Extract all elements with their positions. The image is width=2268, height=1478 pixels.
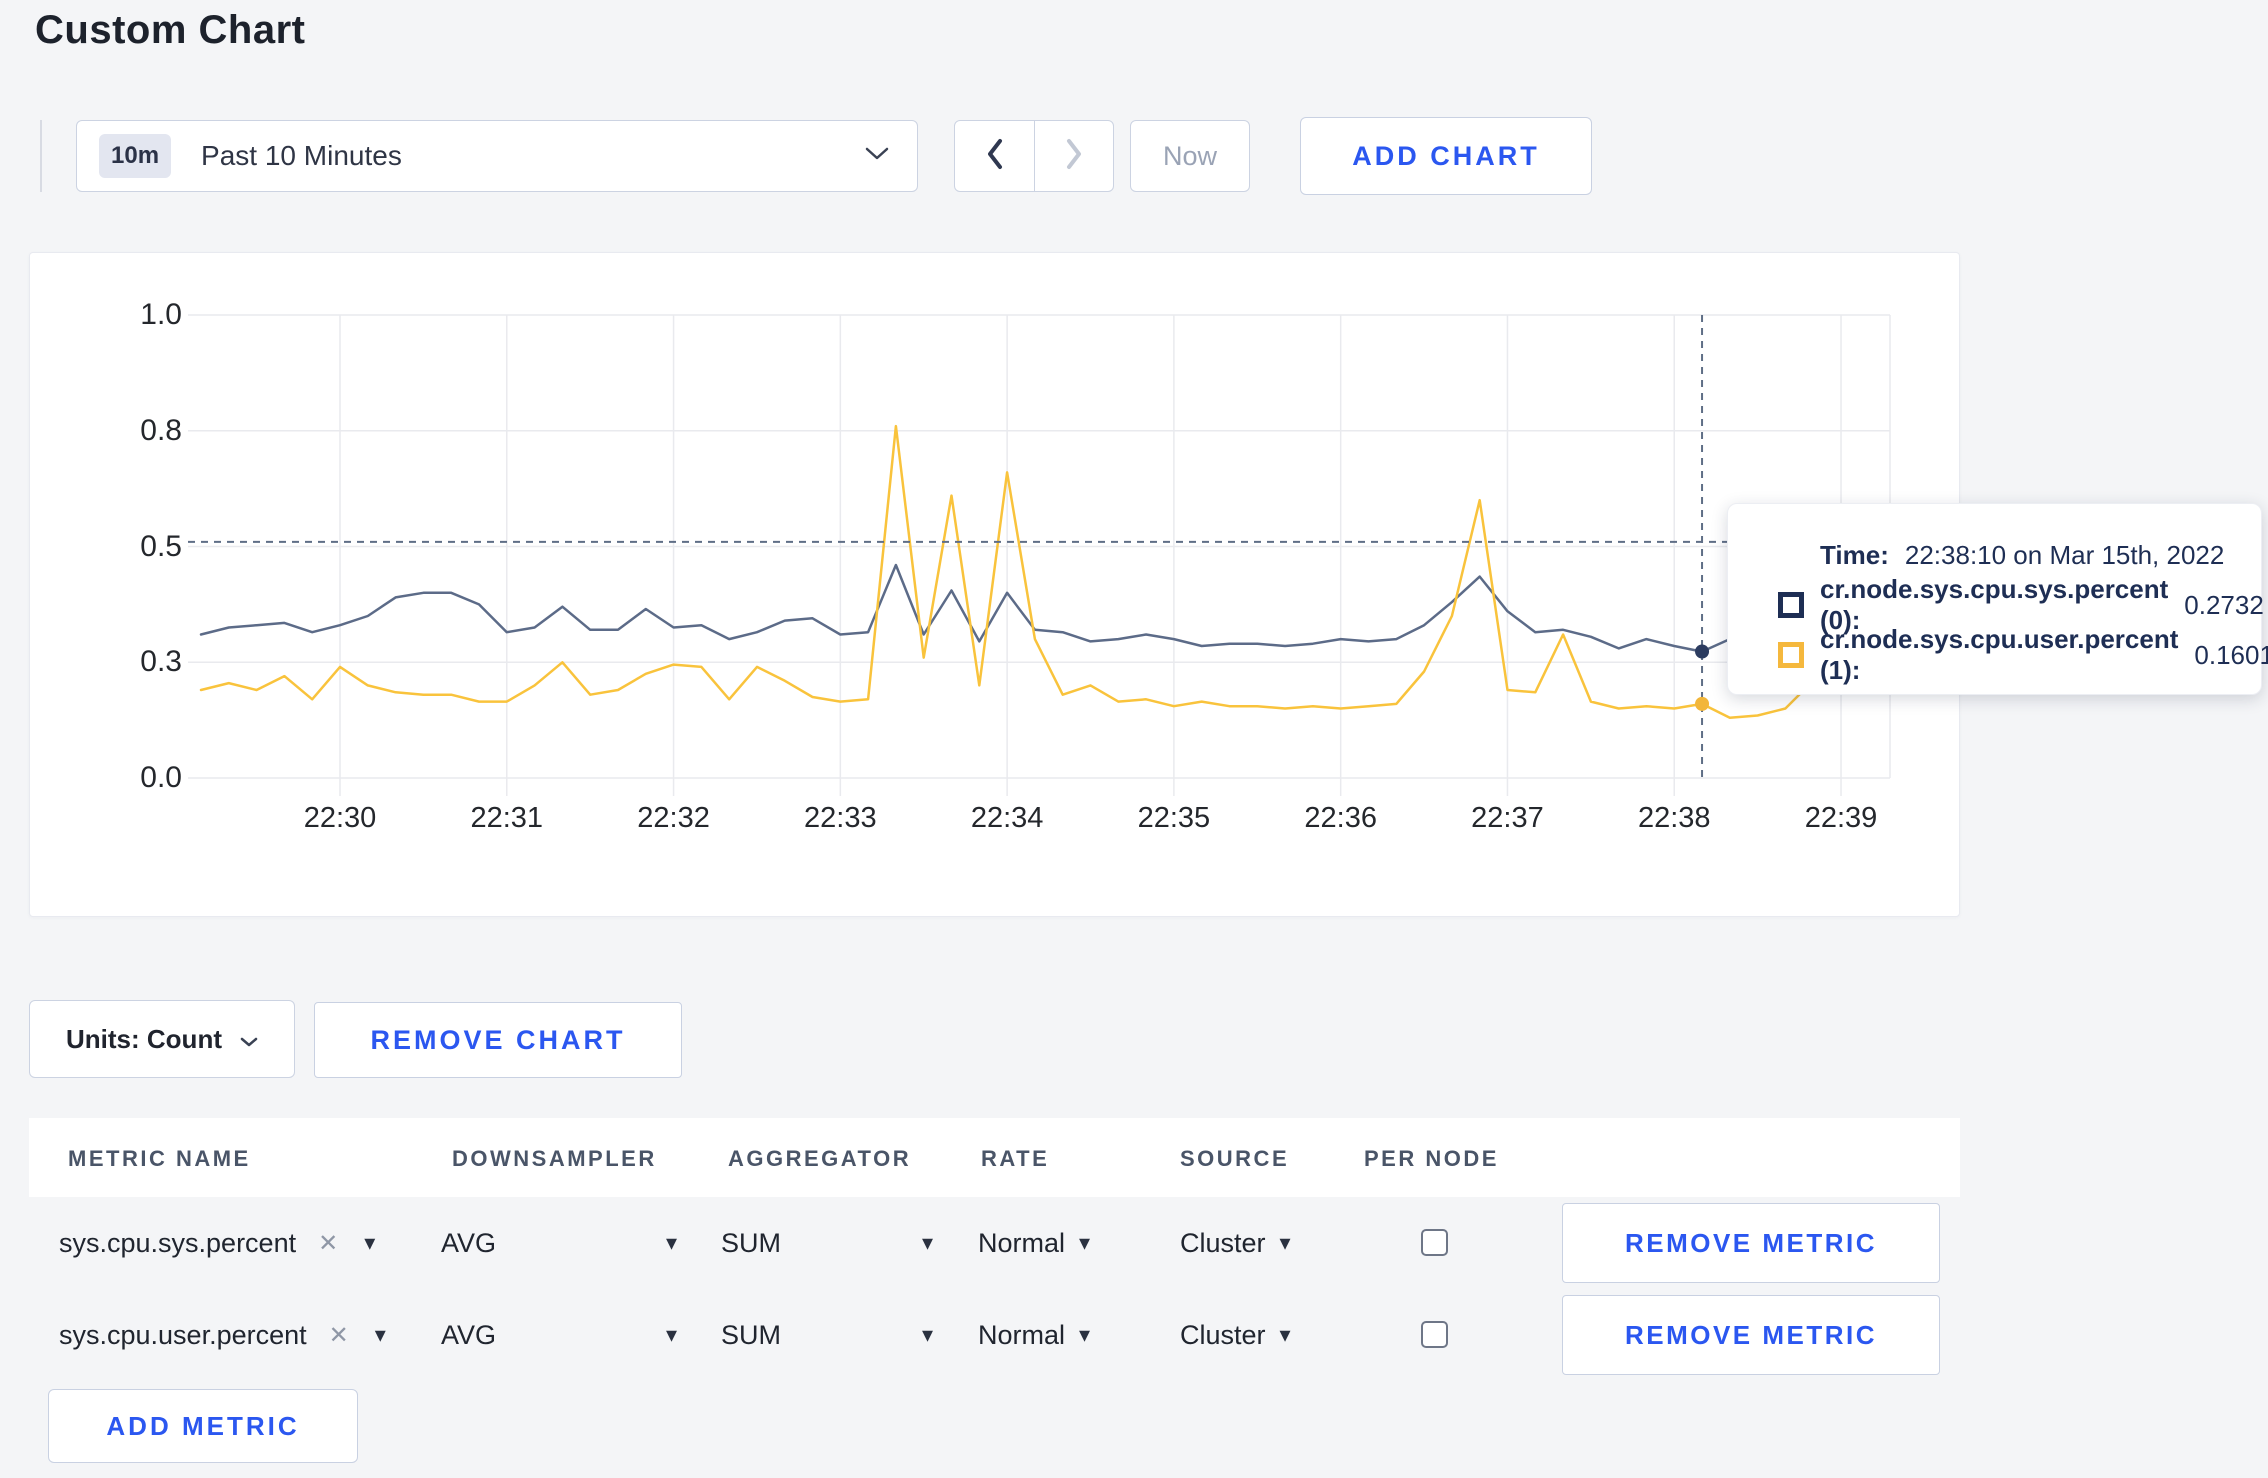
time-range-label: Past 10 Minutes — [201, 140, 402, 171]
rate-value: Normal — [978, 1319, 1066, 1350]
col-metric-name: METRIC NAME — [68, 1146, 251, 1171]
col-aggregator: AGGREGATOR — [728, 1146, 912, 1171]
chevron-right-icon — [1064, 138, 1084, 175]
chevron-down-icon: ▾ — [374, 1322, 386, 1347]
col-source: SOURCE — [1180, 1146, 1290, 1171]
next-time-button[interactable] — [1034, 121, 1113, 191]
source-select[interactable]: Cluster ▾ — [1180, 1197, 1291, 1289]
toolbar-divider — [40, 120, 42, 192]
metric-name-select[interactable]: sys.cpu.user.percent ✕ ▾ — [59, 1289, 386, 1381]
tooltip-time-label: Time: — [1820, 539, 1889, 570]
col-per-node: PER NODE — [1364, 1146, 1499, 1171]
metric-row: sys.cpu.sys.percent ✕ ▾ AVG ▾ SUM ▾ Norm… — [29, 1197, 1960, 1289]
remove-metric-button[interactable]: REMOVE METRIC — [1562, 1203, 1940, 1283]
tooltip-series-user-value: 0.1601 — [2194, 639, 2268, 670]
downsampler-select[interactable]: AVG ▾ — [441, 1197, 677, 1289]
x-axis-tick-label: 22:34 — [970, 802, 1044, 834]
chevron-down-icon: ▾ — [364, 1230, 376, 1255]
remove-metric-button[interactable]: REMOVE METRIC — [1562, 1295, 1940, 1375]
metric-name-value: sys.cpu.user.percent — [59, 1319, 307, 1350]
chevron-down-icon: ▾ — [665, 1230, 677, 1255]
col-downsampler: DOWNSAMPLER — [452, 1146, 657, 1171]
x-axis-tick-label: 22:38 — [1637, 802, 1711, 834]
source-value: Cluster — [1180, 1227, 1266, 1258]
tooltip-series-user-label: cr.node.sys.cpu.user.percent (1): — [1820, 624, 2179, 685]
remove-chart-button[interactable]: REMOVE CHART — [314, 1002, 682, 1078]
x-axis-tick-label: 22:30 — [303, 802, 377, 834]
x-axis-tick-label: 22:31 — [470, 802, 544, 834]
rate-select[interactable]: Normal ▾ — [978, 1197, 1090, 1289]
series-sys-swatch-icon — [1778, 592, 1804, 618]
downsampler-value: AVG — [441, 1319, 497, 1350]
x-axis-tick-label: 22:36 — [1304, 802, 1377, 834]
aggregator-value: SUM — [721, 1227, 781, 1258]
x-axis-tick-label: 22:33 — [804, 802, 877, 834]
chevron-down-icon — [865, 147, 889, 166]
per-node-checkbox[interactable] — [1421, 1229, 1448, 1256]
metric-row: sys.cpu.user.percent ✕ ▾ AVG ▾ SUM ▾ Nor… — [29, 1289, 1960, 1381]
chevron-down-icon: ▾ — [1279, 1230, 1291, 1255]
col-rate: RATE — [981, 1146, 1050, 1171]
y-axis-tick-label: 0.8 — [140, 413, 182, 447]
chevron-down-icon: ▾ — [1079, 1230, 1091, 1255]
aggregator-value: SUM — [721, 1319, 781, 1350]
add-metric-button[interactable]: ADD METRIC — [48, 1389, 358, 1463]
units-label: Units: Count — [66, 1023, 222, 1054]
tooltip-series-sys-value: 0.2732 — [2184, 589, 2264, 620]
x-axis-tick-label: 22:32 — [637, 802, 710, 834]
clear-metric-icon[interactable]: ✕ — [318, 1229, 338, 1258]
metric-name-value: sys.cpu.sys.percent — [59, 1227, 297, 1258]
clear-metric-icon[interactable]: ✕ — [329, 1321, 349, 1350]
page-title: Custom Chart — [35, 8, 306, 52]
chevron-down-icon — [240, 1024, 258, 1055]
chevron-down-icon: ▾ — [665, 1322, 677, 1347]
time-range-select[interactable]: 10m Past 10 Minutes — [76, 120, 918, 192]
aggregator-select[interactable]: SUM ▾ — [721, 1197, 933, 1289]
rate-select[interactable]: Normal ▾ — [978, 1289, 1090, 1381]
x-axis-tick-label: 22:37 — [1471, 802, 1544, 834]
series-user-swatch-icon — [1778, 642, 1804, 668]
y-axis-tick-label: 1.0 — [140, 298, 182, 331]
units-select[interactable]: Units: Count — [29, 1000, 295, 1078]
time-nav-group — [954, 120, 1114, 192]
chevron-down-icon: ▾ — [921, 1322, 933, 1347]
time-range-badge: 10m — [99, 134, 172, 178]
prev-time-button[interactable] — [955, 121, 1034, 191]
per-node-checkbox[interactable] — [1421, 1321, 1448, 1348]
source-value: Cluster — [1180, 1319, 1266, 1350]
aggregator-select[interactable]: SUM ▾ — [721, 1289, 933, 1381]
add-chart-button[interactable]: ADD CHART — [1300, 117, 1592, 195]
rate-value: Normal — [978, 1227, 1066, 1258]
x-axis-tick-label: 22:35 — [1137, 802, 1211, 834]
metrics-table-header: METRIC NAME DOWNSAMPLER AGGREGATOR RATE … — [29, 1118, 1960, 1197]
y-axis-tick-label: 0.5 — [140, 529, 182, 563]
downsampler-value: AVG — [441, 1227, 497, 1258]
chevron-down-icon: ▾ — [921, 1230, 933, 1255]
y-axis-tick-label: 0.3 — [140, 645, 182, 679]
source-select[interactable]: Cluster ▾ — [1180, 1289, 1291, 1381]
now-button[interactable]: Now — [1130, 120, 1250, 192]
downsampler-select[interactable]: AVG ▾ — [441, 1289, 677, 1381]
chevron-down-icon: ▾ — [1079, 1322, 1091, 1347]
chart-tooltip: Time: 22:38:10 on Mar 15th, 2022 cr.node… — [1727, 503, 2268, 695]
tooltip-time-value: 22:38:10 on Mar 15th, 2022 — [1904, 539, 2225, 570]
chevron-down-icon: ▾ — [1279, 1322, 1291, 1347]
x-axis-tick-label: 22:39 — [1804, 802, 1878, 834]
metric-name-select[interactable]: sys.cpu.sys.percent ✕ ▾ — [59, 1197, 375, 1289]
chevron-left-icon — [985, 138, 1005, 175]
y-axis-tick-label: 0.0 — [140, 761, 182, 794]
